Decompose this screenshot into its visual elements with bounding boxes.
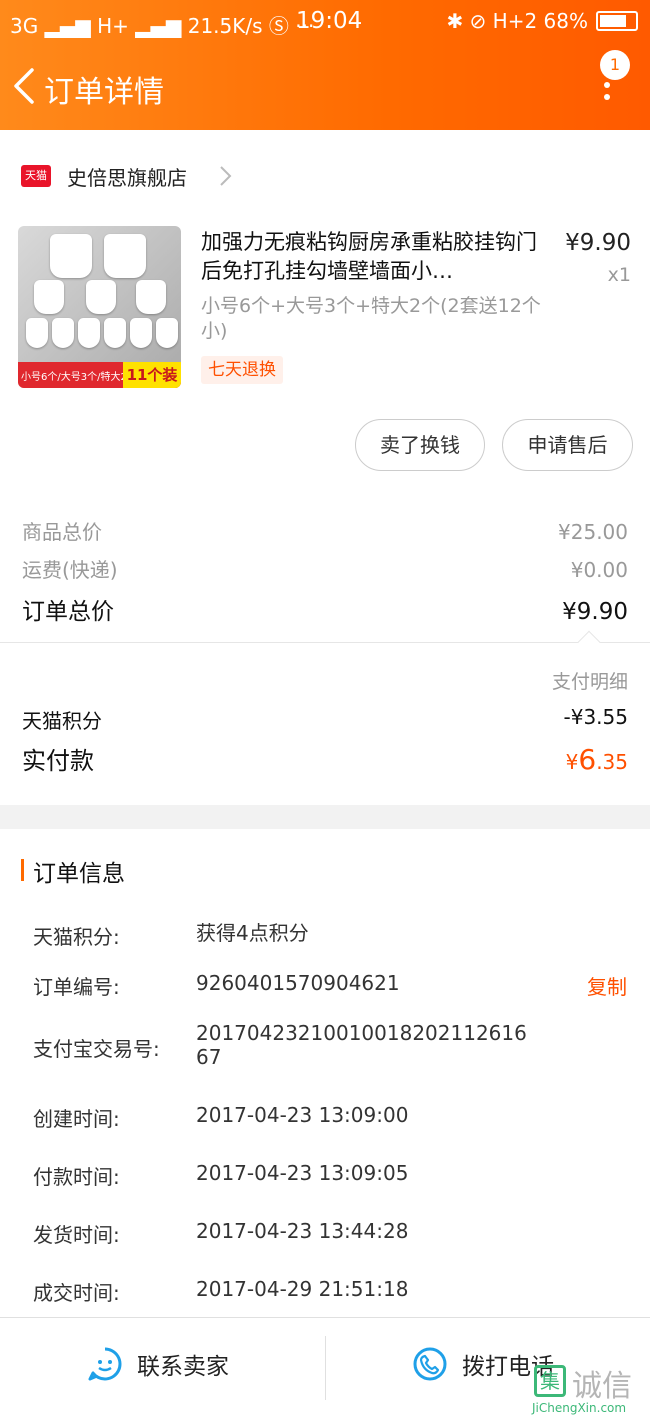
contact-seller-label: 联系卖家 xyxy=(137,1354,229,1380)
hook-shape xyxy=(52,318,74,348)
more-menu-button[interactable]: 1 xyxy=(592,48,632,108)
info-label: 发货时间: xyxy=(33,1223,120,1247)
paid-amount: ¥6.35 xyxy=(566,743,628,776)
info-value: 获得4点积分 xyxy=(196,921,309,945)
goods-total-label: 商品总价 xyxy=(22,520,102,544)
paid-symbol: ¥ xyxy=(565,750,579,774)
watermark-logo-icon: 集 xyxy=(534,1365,566,1397)
page-title: 订单详情 xyxy=(44,75,164,110)
image-banner-text: 小号6个/大号3个/特大2个 xyxy=(21,372,137,383)
shipping-value: ¥0.00 xyxy=(570,558,628,582)
battery-icon xyxy=(596,11,638,31)
hook-shape xyxy=(130,318,152,348)
paid-integer: 6 xyxy=(578,743,597,776)
hook-shape xyxy=(26,318,48,348)
info-value: 2017-04-23 13:09:05 xyxy=(196,1161,409,1185)
hook-shape xyxy=(104,234,146,278)
hook-shape xyxy=(78,318,100,348)
info-label: 支付宝交易号: xyxy=(33,1037,160,1061)
after-sale-button[interactable]: 申请售后 xyxy=(502,419,633,471)
order-card: 天猫 史倍思旗舰店 小号6个/大号3个/特大2个 11个装 加强力无痕粘钩厨房承… xyxy=(0,130,650,805)
info-label: 付款时间: xyxy=(33,1165,120,1189)
image-count-label: 11个装 xyxy=(123,362,181,388)
hook-shape xyxy=(136,280,166,314)
info-label: 成交时间: xyxy=(33,1281,120,1305)
status-time: 19:04 xyxy=(296,8,363,34)
back-button[interactable] xyxy=(10,66,40,106)
status-right-text: ✱ ⊘ H+2 68% xyxy=(446,9,588,33)
hook-shape xyxy=(34,280,64,314)
info-value: 2017-04-23 13:44:28 xyxy=(196,1219,409,1243)
divider xyxy=(325,1336,326,1400)
hook-shape xyxy=(156,318,178,348)
chat-bubble-icon xyxy=(88,1347,122,1381)
tmall-logo-icon: 天猫 xyxy=(21,165,51,187)
paid-decimal: .35 xyxy=(596,750,628,774)
order-info-section: 订单信息 天猫积分: 获得4点积分 订单编号: 9260401570904621… xyxy=(0,829,650,1317)
paid-label: 实付款 xyxy=(22,747,94,775)
info-value: 2017-04-23 13:09:00 xyxy=(196,1103,409,1127)
info-label: 订单编号: xyxy=(33,975,120,999)
phone-icon xyxy=(413,1347,447,1381)
watermark: 集 诚信 JiChengXin.com xyxy=(530,1345,648,1415)
hook-shape xyxy=(50,234,92,278)
shop-name: 史倍思旗舰店 xyxy=(67,166,187,190)
copy-button[interactable]: 复制 xyxy=(587,971,627,1000)
shop-row[interactable]: 天猫 史倍思旗舰店 xyxy=(0,130,650,220)
chevron-left-icon xyxy=(14,68,34,104)
info-label: 天猫积分: xyxy=(33,925,120,949)
info-label: 创建时间: xyxy=(33,1107,120,1131)
top-bar: 3G ▂▄▆ H+ ▂▄▆ 21.5K/s Ⓢ ··· 19:04 ✱ ⊘ H+… xyxy=(0,0,650,130)
more-dot-icon xyxy=(604,82,610,88)
shipping-label: 运费(快递) xyxy=(22,558,118,582)
contact-seller-button[interactable]: 联系卖家 xyxy=(87,1346,229,1382)
goods-total-row: 商品总价 ¥25.00 xyxy=(22,516,628,545)
status-right: ✱ ⊘ H+2 68% xyxy=(446,9,638,33)
product-image[interactable]: 小号6个/大号3个/特大2个 11个装 xyxy=(18,226,181,388)
section-accent-bar xyxy=(21,859,24,881)
product-sku: 小号6个+大号3个+特大2个(2套送12个小) xyxy=(201,295,541,342)
watermark-url: JiChengXin.com xyxy=(532,1401,627,1415)
order-number: 9260401570904621 xyxy=(196,971,400,995)
sell-button[interactable]: 卖了换钱 xyxy=(355,419,485,471)
watermark-text: 诚信 xyxy=(572,1369,632,1404)
notification-badge: 1 xyxy=(600,50,630,80)
product-quantity: x1 xyxy=(607,264,631,286)
goods-total-value: ¥25.00 xyxy=(558,520,628,544)
status-left: 3G ▂▄▆ H+ ▂▄▆ 21.5K/s Ⓢ ··· xyxy=(10,14,315,38)
order-total-label: 订单总价 xyxy=(22,599,114,625)
hook-shape xyxy=(86,280,116,314)
product-title[interactable]: 加强力无痕粘钩厨房承重粘胶挂钩门后免打孔挂勾墙壁墙面小… xyxy=(201,228,539,286)
points-value: -¥3.55 xyxy=(563,705,628,729)
points-label: 天猫积分 xyxy=(22,709,102,733)
order-total-value: ¥9.90 xyxy=(562,599,628,625)
hook-shape xyxy=(104,318,126,348)
payment-detail: 支付明细 天猫积分 -¥3.55 实付款 ¥6.35 xyxy=(0,643,650,805)
chevron-right-icon xyxy=(220,166,232,186)
status-bar: 3G ▂▄▆ H+ ▂▄▆ 21.5K/s Ⓢ ··· 19:04 ✱ ⊘ H+… xyxy=(0,0,650,44)
order-total-row: 订单总价 ¥9.90 xyxy=(22,592,628,626)
paid-row: 实付款 ¥6.35 xyxy=(22,741,628,776)
return-policy-tag: 七天退换 xyxy=(201,356,283,384)
payment-detail-label: 支付明细 xyxy=(551,671,628,693)
alipay-trade-number: 2017042321001001820211261667 xyxy=(196,1021,527,1069)
more-dot-icon xyxy=(604,94,610,100)
shipping-row: 运费(快递) ¥0.00 xyxy=(22,554,628,583)
order-info-title: 订单信息 xyxy=(33,861,125,887)
points-row: 天猫积分 -¥3.55 xyxy=(22,705,628,734)
product-price: ¥9.90 xyxy=(565,230,631,256)
info-value: 2017-04-29 21:51:18 xyxy=(196,1277,409,1301)
